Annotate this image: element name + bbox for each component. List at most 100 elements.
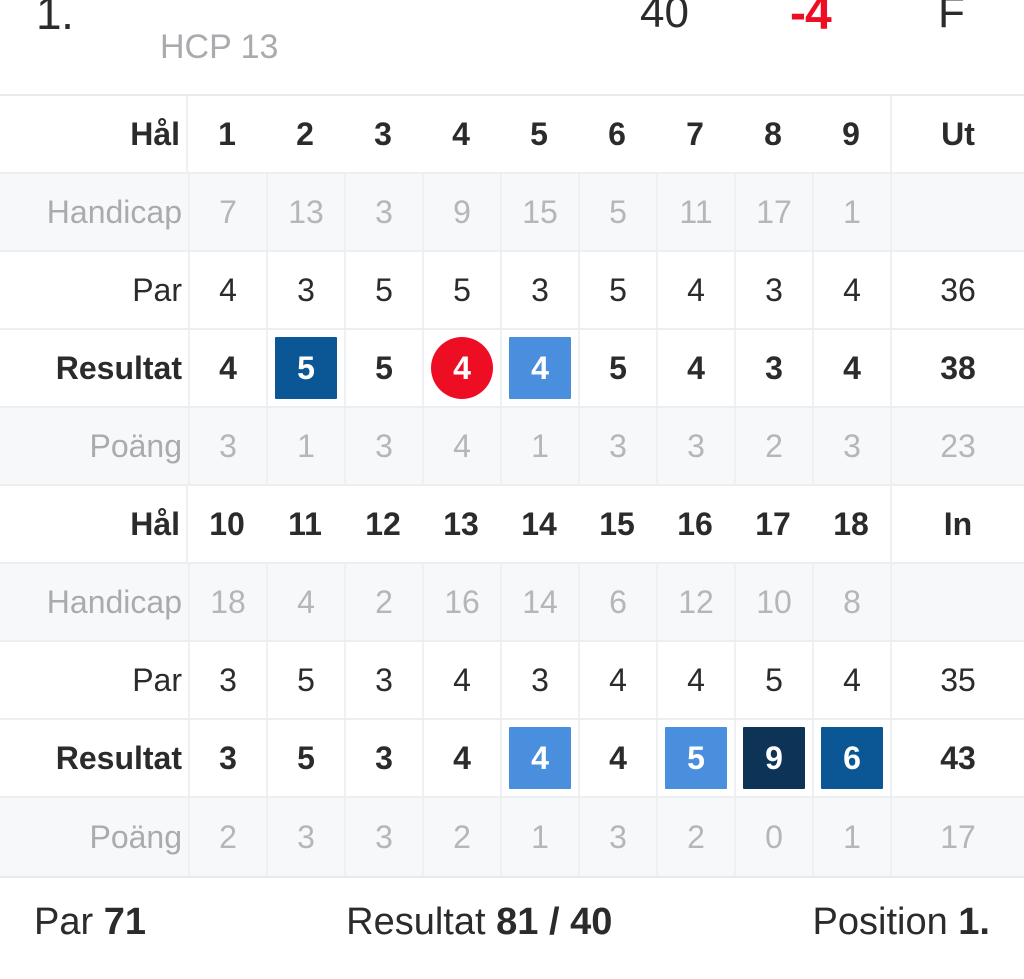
front-points-total: 23 (890, 408, 1024, 484)
score-cell[interactable]: 4 (422, 720, 500, 796)
points-value: 3 (344, 408, 422, 484)
points-value: 3 (656, 408, 734, 484)
front-result-total: 38 (890, 330, 1024, 406)
score-cell[interactable]: 3 (734, 330, 812, 406)
score-cell[interactable]: 6 (812, 720, 890, 796)
handicap-value: 1 (812, 174, 890, 250)
score-cell[interactable]: 5 (266, 330, 344, 406)
score-badge: 6 (821, 727, 883, 789)
footer-result-value: 81 / 40 (496, 900, 613, 943)
points-value: 2 (422, 798, 500, 876)
score-cell[interactable]: 4 (500, 330, 578, 406)
points-value: 1 (812, 798, 890, 876)
points-value: 3 (578, 798, 656, 876)
handicap-value: 7 (188, 174, 266, 250)
hole-number: 17 (755, 505, 791, 542)
points-value: 0 (734, 798, 812, 876)
score-cell[interactable]: 4 (812, 330, 890, 406)
handicap-value: 13 (266, 174, 344, 250)
row-label-points: Poäng (89, 427, 182, 464)
score-badge: 5 (665, 727, 727, 789)
header-points: 40 (640, 0, 689, 37)
score-cell[interactable]: 5 (266, 720, 344, 796)
footer-position: Position 1. (813, 901, 990, 944)
par-value: 3 (266, 252, 344, 328)
handicap-value: 17 (734, 174, 812, 250)
points-value: 3 (812, 408, 890, 484)
score-cell[interactable]: 3 (188, 720, 266, 796)
header-position: 1. (36, 0, 74, 39)
hole-number: 6 (608, 115, 626, 152)
par-value: 5 (734, 642, 812, 718)
back-result-total: 43 (890, 720, 1024, 796)
hole-number: 18 (833, 505, 869, 542)
back-hole-header-row: Hål 10 11 12 13 14 15 16 17 18 In (0, 486, 1024, 564)
handicap-value: 14 (500, 564, 578, 640)
footer-result: Resultat 81 / 40 (146, 901, 813, 944)
front-total-header: Ut (890, 96, 1024, 172)
footer-result-label: Resultat (346, 900, 486, 943)
score-cell[interactable]: 5 (344, 330, 422, 406)
par-value: 3 (500, 642, 578, 718)
header-status: F (938, 0, 965, 37)
hole-number: 15 (599, 505, 635, 542)
back-total-header: In (890, 486, 1024, 562)
handicap-value: 8 (812, 564, 890, 640)
score-cell[interactable]: 5 (578, 330, 656, 406)
back-points-total: 17 (890, 798, 1024, 876)
par-value: 5 (266, 642, 344, 718)
front-handicap-total (890, 174, 1024, 250)
points-value: 1 (266, 408, 344, 484)
score-cell[interactable]: 4 (656, 330, 734, 406)
front-points-row: Poäng 3 1 3 4 1 3 3 2 3 23 (0, 408, 1024, 486)
handicap-value: 4 (266, 564, 344, 640)
par-value: 4 (656, 642, 734, 718)
hole-number: 14 (521, 505, 557, 542)
row-label-hole: Hål (0, 486, 188, 562)
player-summary-header: 1. HCP 13 40 -4 F (0, 0, 1024, 96)
points-value: 4 (422, 408, 500, 484)
par-value: 3 (344, 642, 422, 718)
hole-number: 2 (296, 115, 314, 152)
handicap-value: 5 (578, 174, 656, 250)
par-value: 4 (812, 642, 890, 718)
points-value: 1 (500, 408, 578, 484)
par-value: 4 (656, 252, 734, 328)
back-points-row: Poäng 2 3 3 2 1 3 2 0 1 17 (0, 798, 1024, 876)
hole-number: 4 (452, 115, 470, 152)
back-par-total: 35 (890, 642, 1024, 718)
footer-position-label: Position (812, 900, 948, 943)
score-badge: 9 (743, 727, 805, 789)
score-cell[interactable]: 4 (578, 720, 656, 796)
score-cell[interactable]: 9 (734, 720, 812, 796)
score-cell[interactable]: 4 (422, 330, 500, 406)
handicap-value: 18 (188, 564, 266, 640)
hole-number: 11 (288, 505, 322, 542)
score-cell[interactable]: 4 (500, 720, 578, 796)
par-value: 4 (422, 642, 500, 718)
score-cell[interactable]: 4 (188, 330, 266, 406)
hole-number: 13 (443, 505, 479, 542)
points-value: 3 (266, 798, 344, 876)
front-par-total: 36 (890, 252, 1024, 328)
score-badge: 5 (275, 337, 337, 399)
row-label-hole: Hål (0, 96, 188, 172)
hole-number: 16 (677, 505, 713, 542)
row-label-par: Par (132, 271, 182, 308)
score-badge: 4 (509, 727, 571, 789)
score-cell[interactable]: 3 (344, 720, 422, 796)
handicap-value: 9 (422, 174, 500, 250)
header-handicap: HCP 13 (160, 28, 279, 66)
front-handicap-row: Handicap 7 13 3 9 15 5 11 17 1 (0, 174, 1024, 252)
hole-number: 9 (842, 115, 860, 152)
handicap-value: 10 (734, 564, 812, 640)
par-value: 5 (422, 252, 500, 328)
front-hole-header-row: Hål 1 2 3 4 5 6 7 8 9 Ut (0, 96, 1024, 174)
par-value: 4 (812, 252, 890, 328)
score-cell[interactable]: 5 (656, 720, 734, 796)
par-value: 3 (734, 252, 812, 328)
points-value: 2 (656, 798, 734, 876)
handicap-value: 3 (344, 174, 422, 250)
points-value: 2 (734, 408, 812, 484)
hole-number: 1 (218, 115, 236, 152)
